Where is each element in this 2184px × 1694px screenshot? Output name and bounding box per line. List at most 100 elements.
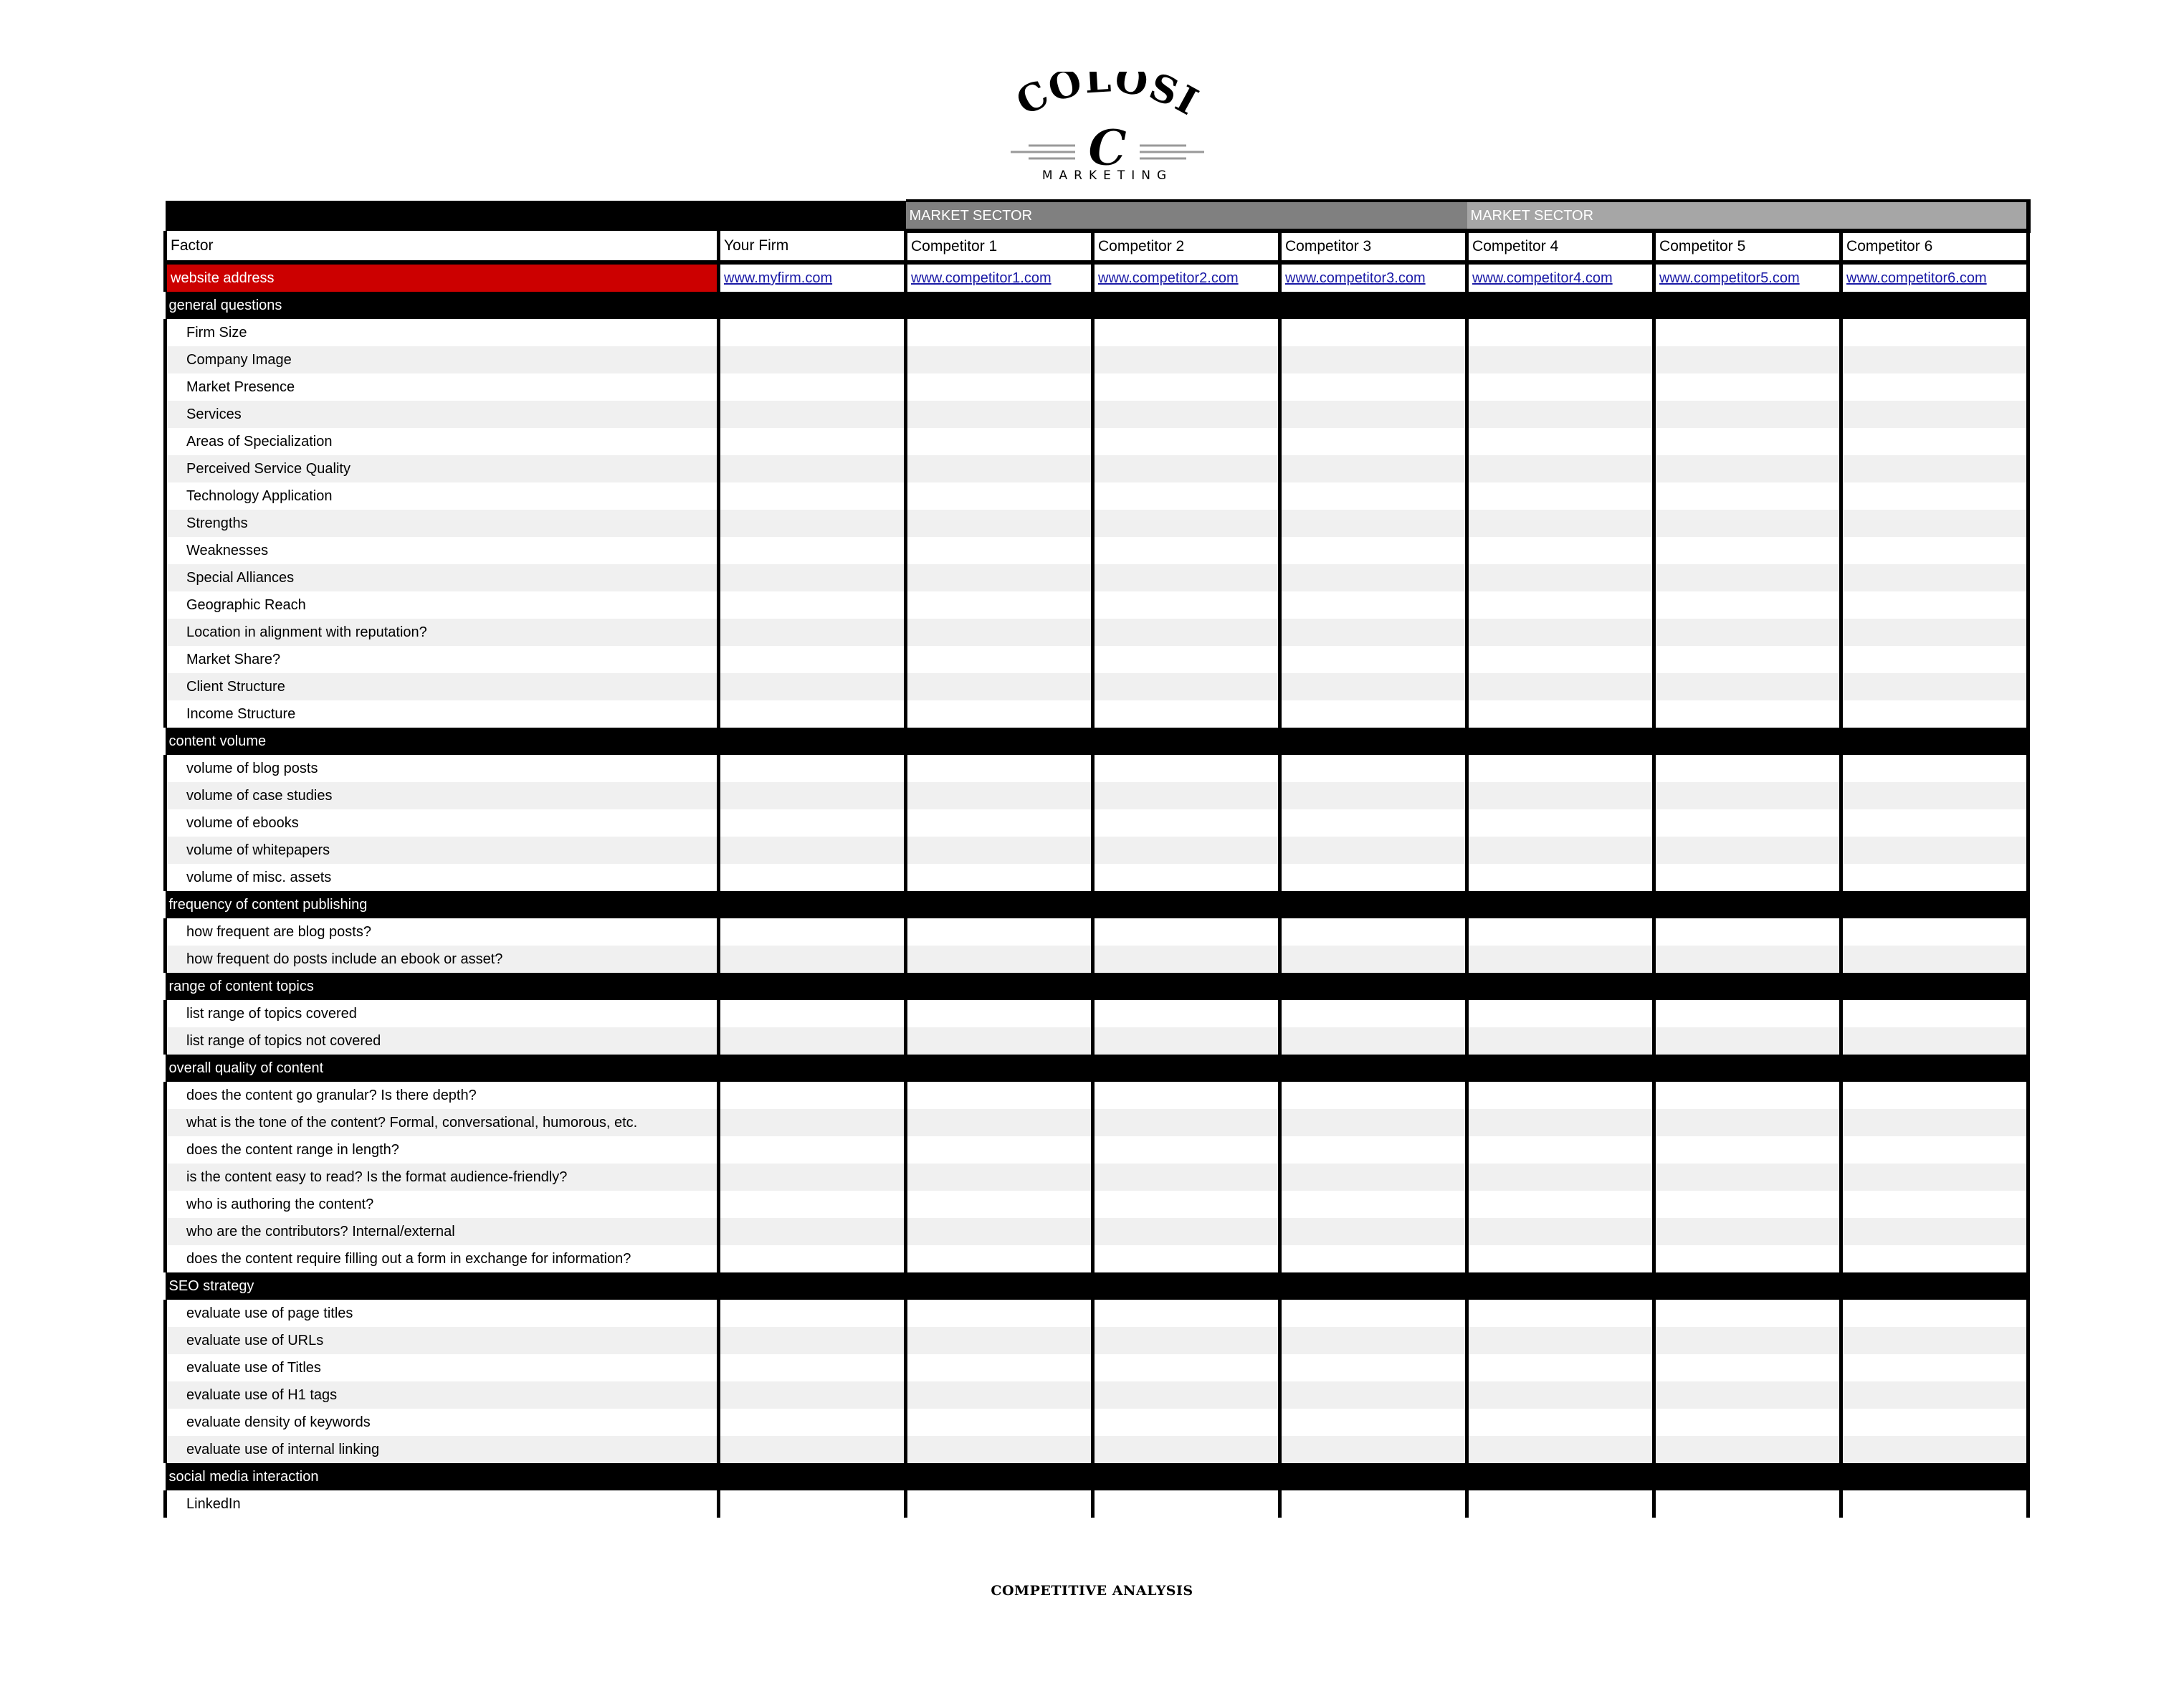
entry-cell[interactable]: [904, 1191, 1093, 1218]
entry-cell[interactable]: [1652, 755, 1841, 782]
entry-cell[interactable]: [904, 1164, 1093, 1191]
entry-cell[interactable]: [1652, 864, 1841, 891]
entry-cell[interactable]: [1652, 918, 1841, 946]
entry-cell[interactable]: [904, 1218, 1093, 1245]
entry-cell[interactable]: [1652, 482, 1841, 510]
entry-cell[interactable]: [1465, 1191, 1654, 1218]
entry-cell[interactable]: [1839, 1327, 2031, 1354]
entry-cell[interactable]: [1091, 1136, 1280, 1164]
entry-cell[interactable]: [1652, 428, 1841, 455]
entry-cell[interactable]: [1091, 1354, 1280, 1381]
entry-cell[interactable]: [1465, 700, 1654, 728]
entry-cell[interactable]: [1652, 946, 1841, 973]
entry-cell[interactable]: [904, 1000, 1093, 1027]
entry-cell[interactable]: [717, 1164, 906, 1191]
entry-cell[interactable]: [1091, 510, 1280, 537]
entry-cell[interactable]: [1277, 1027, 1467, 1055]
entry-cell[interactable]: [717, 755, 906, 782]
entry-cell[interactable]: [1652, 809, 1841, 837]
entry-cell[interactable]: [1091, 373, 1280, 401]
entry-cell[interactable]: [1839, 1245, 2031, 1272]
entry-cell[interactable]: [1277, 1381, 1467, 1409]
entry-cell[interactable]: [1839, 591, 2031, 619]
entry-cell[interactable]: [1652, 319, 1841, 346]
entry-cell[interactable]: [717, 537, 906, 564]
entry-cell[interactable]: [717, 1381, 906, 1409]
entry-cell[interactable]: [1652, 673, 1841, 700]
entry-cell[interactable]: [1652, 1381, 1841, 1409]
entry-cell[interactable]: [1465, 1300, 1654, 1327]
entry-cell[interactable]: [1277, 1300, 1467, 1327]
entry-cell[interactable]: [1277, 346, 1467, 373]
entry-cell[interactable]: [717, 373, 906, 401]
entry-cell[interactable]: [1277, 1109, 1467, 1136]
entry-cell[interactable]: [1839, 428, 2031, 455]
entry-cell[interactable]: [1652, 1327, 1841, 1354]
entry-cell[interactable]: [1465, 1027, 1654, 1055]
entry-cell[interactable]: [1277, 1191, 1467, 1218]
entry-cell[interactable]: [1091, 864, 1280, 891]
entry-cell[interactable]: [1839, 1409, 2031, 1436]
entry-cell[interactable]: [1277, 1354, 1467, 1381]
entry-cell[interactable]: [1652, 646, 1841, 673]
entry-cell[interactable]: [1652, 346, 1841, 373]
entry-cell[interactable]: [904, 510, 1093, 537]
entry-cell[interactable]: [1839, 1381, 2031, 1409]
entry-cell[interactable]: [1839, 1191, 2031, 1218]
entry-cell[interactable]: [1465, 1000, 1654, 1027]
entry-cell[interactable]: [1839, 918, 2031, 946]
entry-cell[interactable]: [904, 1300, 1093, 1327]
entry-cell[interactable]: [904, 646, 1093, 673]
entry-cell[interactable]: [717, 1082, 906, 1109]
entry-cell[interactable]: [1839, 1136, 2031, 1164]
entry-cell[interactable]: [1277, 1436, 1467, 1463]
entry-cell[interactable]: [1839, 755, 2031, 782]
entry-cell[interactable]: [1277, 946, 1467, 973]
entry-cell[interactable]: [1277, 646, 1467, 673]
entry-cell[interactable]: [1652, 837, 1841, 864]
entry-cell[interactable]: [1091, 1191, 1280, 1218]
entry-cell[interactable]: [717, 1490, 906, 1518]
entry-cell[interactable]: [1277, 700, 1467, 728]
entry-cell[interactable]: [1465, 1245, 1654, 1272]
entry-cell[interactable]: [1652, 401, 1841, 428]
entry-cell[interactable]: [1652, 619, 1841, 646]
entry-cell[interactable]: [1465, 373, 1654, 401]
entry-cell[interactable]: [1839, 1027, 2031, 1055]
entry-cell[interactable]: [717, 428, 906, 455]
entry-cell[interactable]: [1091, 1436, 1280, 1463]
entry-cell[interactable]: [1839, 373, 2031, 401]
entry-cell[interactable]: [904, 455, 1093, 482]
entry-cell[interactable]: [1091, 1490, 1280, 1518]
entry-cell[interactable]: [1091, 1164, 1280, 1191]
entry-cell[interactable]: [904, 1082, 1093, 1109]
entry-cell[interactable]: [717, 1327, 906, 1354]
entry-cell[interactable]: [1652, 1218, 1841, 1245]
entry-cell[interactable]: [1839, 1218, 2031, 1245]
entry-cell[interactable]: [1277, 591, 1467, 619]
entry-cell[interactable]: [1652, 1245, 1841, 1272]
entry-cell[interactable]: [1839, 782, 2031, 809]
entry-cell[interactable]: [1091, 782, 1280, 809]
entry-cell[interactable]: [1839, 619, 2031, 646]
entry-cell[interactable]: [1839, 1082, 2031, 1109]
entry-cell[interactable]: [1465, 591, 1654, 619]
entry-cell[interactable]: [1277, 918, 1467, 946]
entry-cell[interactable]: [1277, 510, 1467, 537]
link-competitor-2[interactable]: www.competitor2.com: [1098, 270, 1239, 286]
entry-cell[interactable]: [1465, 1082, 1654, 1109]
entry-cell[interactable]: [717, 700, 906, 728]
entry-cell[interactable]: [1091, 837, 1280, 864]
entry-cell[interactable]: [717, 1191, 906, 1218]
entry-cell[interactable]: [1652, 510, 1841, 537]
entry-cell[interactable]: [1839, 346, 2031, 373]
entry-cell[interactable]: [1839, 401, 2031, 428]
entry-cell[interactable]: [1277, 455, 1467, 482]
entry-cell[interactable]: [1839, 673, 2031, 700]
entry-cell[interactable]: [1839, 809, 2031, 837]
entry-cell[interactable]: [717, 782, 906, 809]
entry-cell[interactable]: [1091, 401, 1280, 428]
entry-cell[interactable]: [904, 809, 1093, 837]
entry-cell[interactable]: [1091, 700, 1280, 728]
entry-cell[interactable]: [1465, 1436, 1654, 1463]
